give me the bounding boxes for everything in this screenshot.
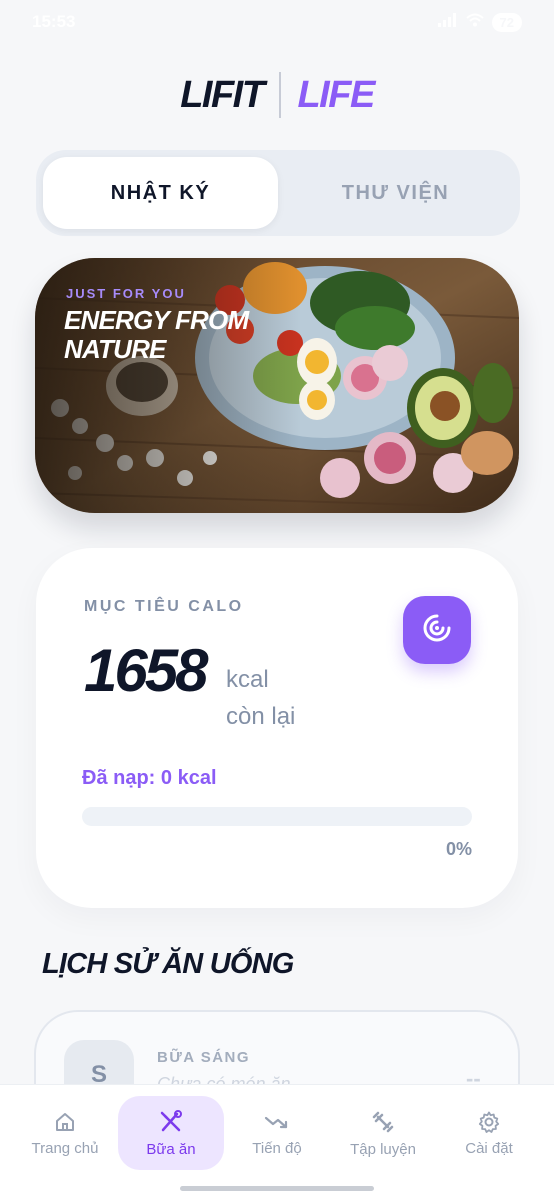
calorie-goal-label: MỤC TIÊU CALO [84,598,244,615]
nav-label-meals: Bữa ăn [146,1140,196,1158]
calorie-remaining-value: 1658 [84,637,208,704]
nav-item-progress[interactable]: Tiến độ [224,1096,330,1170]
logo-divider [279,72,282,118]
home-icon [53,1110,77,1134]
nav-label-settings: Cài đặt [465,1139,513,1157]
trend-icon [264,1110,290,1134]
calorie-progress-bar [82,807,472,826]
nav-label-workout: Tập luyện [350,1140,416,1158]
home-indicator [180,1186,374,1191]
history-title: LỊCH SỬ ĂN UỐNG [42,948,294,980]
nav-item-home[interactable]: Trang chủ [12,1096,118,1170]
calorie-unit: kcal [226,666,269,693]
nav-item-settings[interactable]: Cài đặt [436,1096,542,1170]
diary-library-switch: NHẬT KÝ THƯ VIỆN [36,150,520,236]
utensils-icon [158,1109,184,1135]
nav-item-meals[interactable]: Bữa ăn [118,1096,224,1170]
target-icon [422,613,452,648]
calorie-remaining-label: còn lại [226,703,296,730]
status-icons: 72 [437,12,522,32]
nav-label-home: Trang chủ [31,1139,99,1157]
calorie-goal-button[interactable] [403,596,471,664]
status-time: 15:53 [32,12,76,31]
logo-part-life: LIFE [297,73,375,116]
calorie-consumed: Đã nạp: 0 kcal [82,767,217,789]
meal-name: BỮA SÁNG [157,1049,251,1066]
hero-title: ENERGY FROM NATURE [64,305,249,364]
app-logo: LIFIT LIFE [0,72,554,118]
tab-library[interactable]: THƯ VIỆN [278,157,513,229]
hero-kicker: JUST FOR YOU [66,286,186,301]
status-bar: 15:53 72 [0,0,554,44]
calorie-progress-percent: 0% [445,839,472,859]
logo-part-lifit: LIFIT [180,73,265,116]
signal-icon [437,12,458,32]
dumbbell-icon [370,1109,396,1135]
battery-indicator: 72 [491,12,522,32]
tab-diary[interactable]: NHẬT KÝ [43,157,278,229]
nav-label-progress: Tiến độ [252,1139,302,1157]
gear-icon [477,1110,501,1134]
nav-item-workout[interactable]: Tập luyện [330,1096,436,1170]
wifi-icon [465,12,484,32]
